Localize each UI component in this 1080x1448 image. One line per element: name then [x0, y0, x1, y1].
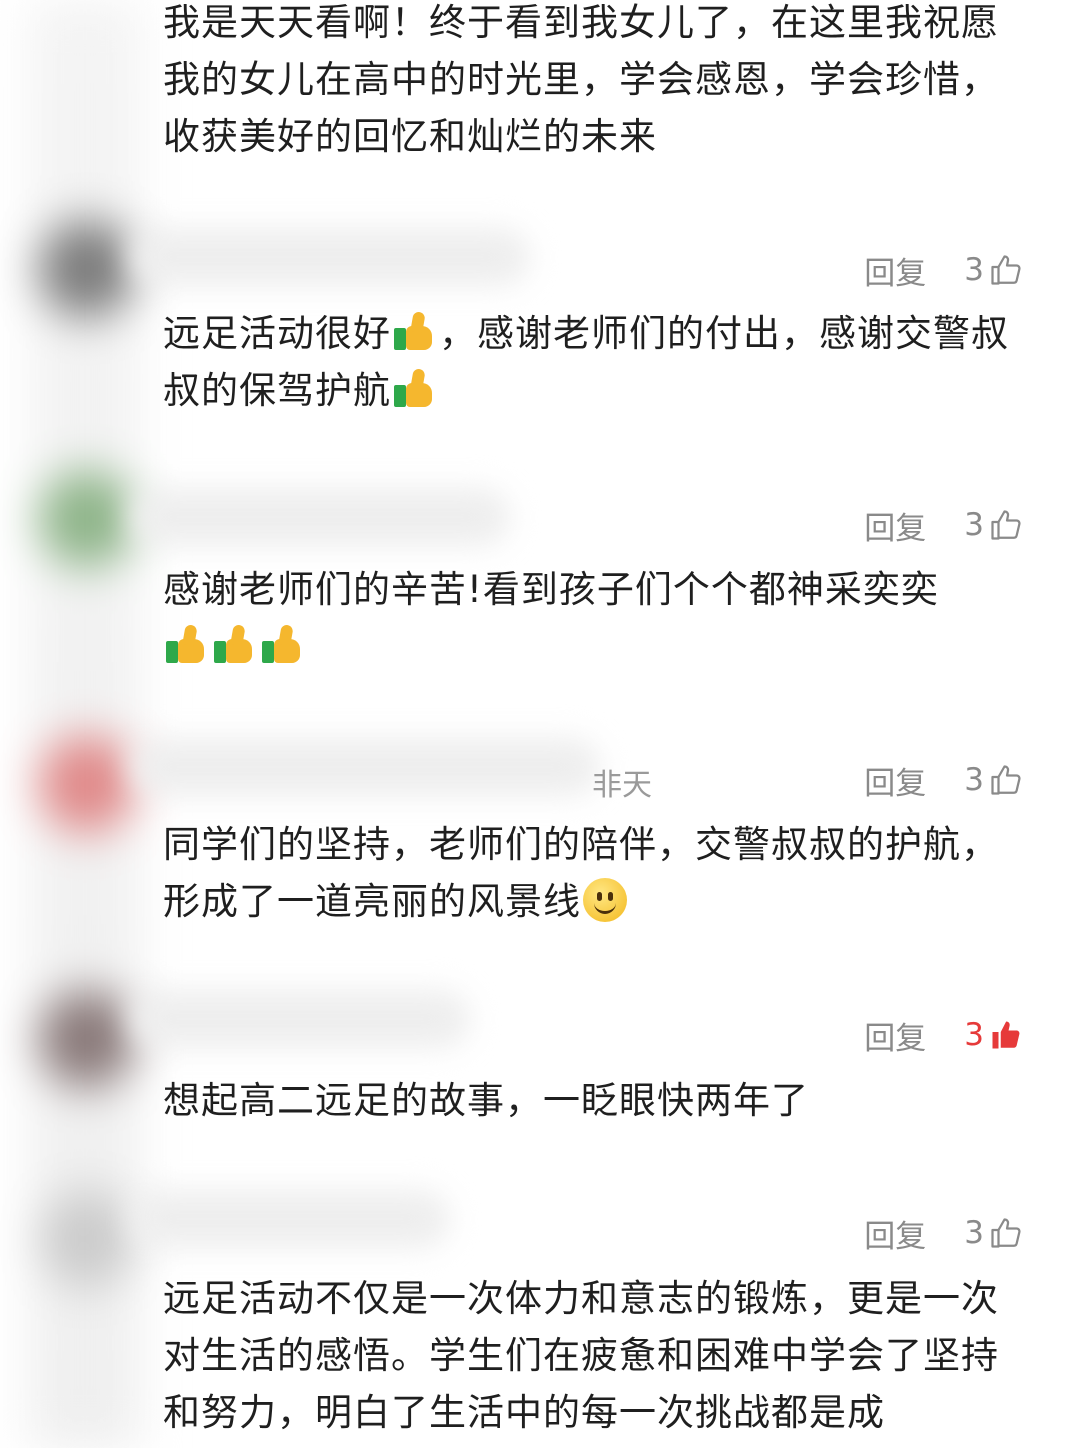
like-count: 3 [964, 507, 984, 543]
reply-button[interactable]: 回复 [864, 1013, 926, 1058]
comment-text-part: 远足活动很好 [163, 312, 391, 355]
comment-text-part: 同学们的坚持，老师们的陪伴，交警叔叔的护航，形成了一道亮丽的风景线 [163, 823, 999, 923]
thumbs-up-outline-icon[interactable] [988, 762, 1024, 798]
thumbs-up-emoji-icon [164, 623, 210, 665]
comment-text: 想起高二远足的故事，一眨眼快两年了 [163, 1079, 809, 1122]
like-count: 3 [964, 1215, 984, 1251]
avatar[interactable] [38, 990, 136, 1088]
like-count: 3 [964, 762, 984, 798]
username-blurred[interactable] [130, 488, 510, 546]
avatar[interactable] [38, 735, 136, 833]
thumbs-up-emoji-icon [212, 623, 258, 665]
thumbs-up-filled-icon[interactable] [988, 1017, 1024, 1053]
reply-button[interactable]: 回复 [864, 1211, 926, 1256]
username-blurred[interactable] [130, 990, 470, 1048]
thumbs-up-emoji-icon [260, 623, 306, 665]
comment-text: 感谢老师们的辛苦!看到孩子们个个都神采奕奕 [163, 561, 1033, 675]
thumbs-up-outline-icon[interactable] [988, 1215, 1024, 1251]
comment-text: 远足活动不仅是一次体力和意志的锻炼，更是一次对生活的感悟。学生们在疲惫和困难中学… [163, 1277, 999, 1434]
thumbs-up-emoji-icon [392, 367, 438, 409]
comment-actions: 回复 3 [864, 758, 1024, 802]
comment-actions: 回复 3 [864, 1013, 1024, 1057]
comment-actions: 回复 3 [864, 1211, 1024, 1255]
reply-button[interactable]: 回复 [864, 758, 926, 803]
reply-button[interactable]: 回复 [864, 248, 926, 293]
avatar[interactable] [38, 220, 136, 318]
comment-actions: 回复 3 [864, 248, 1024, 292]
username-tail[interactable]: 非天 [592, 760, 652, 804]
username-blurred[interactable] [130, 228, 530, 286]
comment-text: 远足活动很好 ，感谢老师们的付出，感谢交警叔叔的保驾护航 [163, 305, 1033, 419]
comment-text: 我是天天看啊！终于看到我女儿了，在这里我祝愿我的女儿在高中的时光里，学会感恩，学… [163, 1, 999, 158]
comment-actions: 回复 3 [864, 503, 1024, 547]
username-blurred[interactable] [130, 1190, 450, 1248]
like-count: 3 [964, 252, 984, 288]
smiling-face-emoji-icon [583, 878, 627, 922]
reply-button[interactable]: 回复 [864, 503, 926, 548]
avatar[interactable] [38, 470, 136, 568]
avatar[interactable] [38, 1190, 136, 1288]
comment-text: 同学们的坚持，老师们的陪伴，交警叔叔的护航，形成了一道亮丽的风景线 [163, 816, 1033, 930]
like-count: 3 [964, 1017, 984, 1053]
comment-text-part: 感谢老师们的辛苦!看到孩子们个个都神采奕奕 [163, 568, 939, 611]
thumbs-up-outline-icon[interactable] [988, 507, 1024, 543]
thumbs-up-emoji-icon [392, 310, 438, 352]
username-blurred[interactable] [130, 738, 600, 796]
thumbs-up-outline-icon[interactable] [988, 252, 1024, 288]
